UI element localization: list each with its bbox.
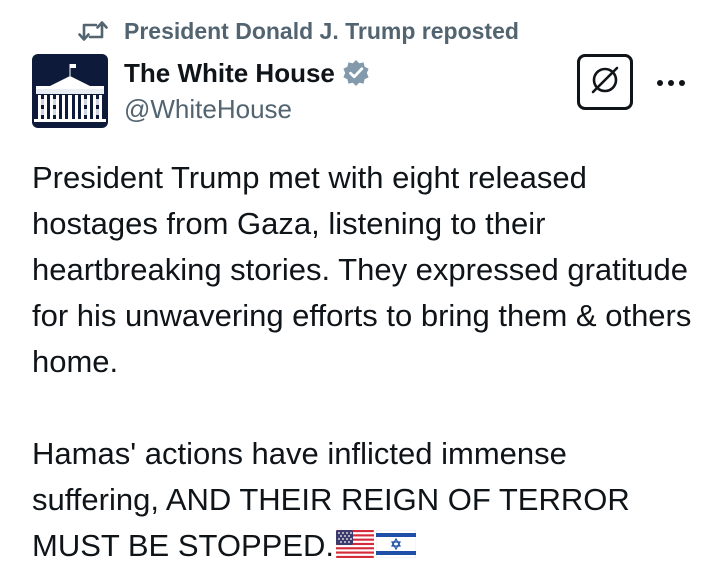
repost-icon [78, 18, 108, 44]
more-icon [656, 74, 686, 92]
tweet-text: President Trump met with eight released … [32, 155, 702, 571]
more-options-button[interactable] [654, 68, 688, 98]
grok-button[interactable] [577, 54, 633, 110]
tweet-paragraph-1: President Trump met with eight released … [32, 160, 692, 379]
us-flag-emoji [336, 525, 375, 571]
tweet-paragraph-2: Hamas' actions have inflicted immense su… [32, 436, 630, 563]
avatar[interactable] [32, 54, 108, 128]
author-name-row[interactable]: The White House [124, 56, 371, 90]
white-house-logo [32, 54, 108, 128]
israel-flag-emoji [375, 525, 417, 571]
verified-badge-icon [341, 58, 371, 88]
repost-label[interactable]: President Donald J. Trump reposted [124, 18, 519, 45]
grok-icon [588, 63, 622, 102]
author-handle[interactable]: @WhiteHouse [124, 94, 292, 125]
tweet-paragraph-2-wrapper: Hamas' actions have inflicted immense su… [32, 431, 702, 571]
repost-indicator[interactable]: President Donald J. Trump reposted [78, 14, 519, 48]
author-display-name[interactable]: The White House [124, 58, 335, 89]
